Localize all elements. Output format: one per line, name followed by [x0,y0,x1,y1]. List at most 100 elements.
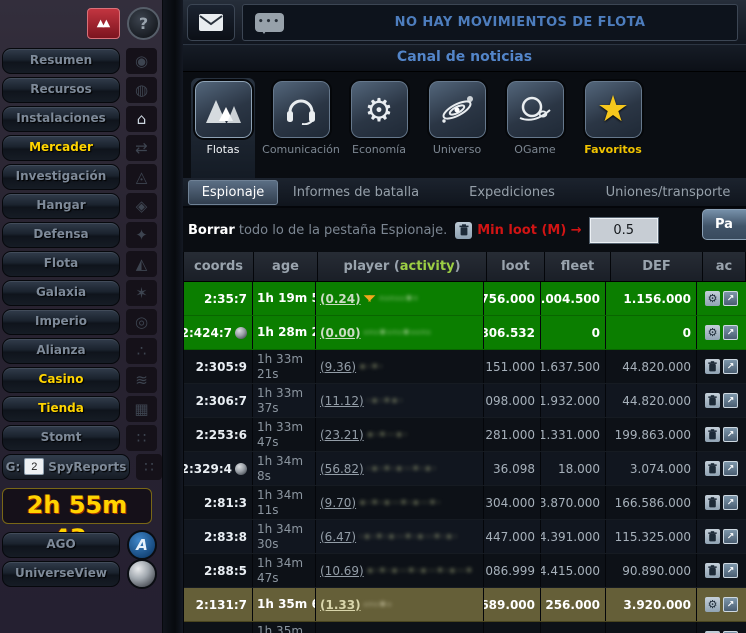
activity-link[interactable]: (10.69) [320,564,364,578]
sidebar-button[interactable]: Instalaciones [2,106,120,132]
fleet-status-text: NO HAY MOVIMIENTOS DE FLOTA [303,15,737,30]
overview-planet-icon[interactable]: ◉ [126,48,157,74]
stomt-icon[interactable]: ∷ [126,425,157,451]
alliance-icon[interactable]: ∴ [126,338,157,364]
open-report-button[interactable]: ↗ [723,563,738,578]
actions-cell: ↗ [697,350,746,383]
sidebar-button[interactable]: Galaxia [2,280,120,306]
shop-icon[interactable]: ▦ [126,396,157,422]
spyreports-icon[interactable]: ∷ [136,454,162,480]
activity-link[interactable]: (56.82) [320,462,364,476]
sidebar-button[interactable]: Stomt [2,425,120,451]
fleet-status-bar[interactable]: ••• NO HAY MOVIMIENTOS DE FLOTA [242,4,738,41]
ago-button[interactable]: AGO [2,532,120,558]
activity-link[interactable]: (9.36) [320,360,356,374]
activity-link[interactable]: (6.47) [320,530,356,544]
moon-icon[interactable] [235,463,247,475]
header-def[interactable]: DEF [611,252,703,281]
actions-cell: ↗ [697,418,746,451]
ago-antigame-icon[interactable]: A [127,530,157,560]
messages-button[interactable] [187,4,235,41]
sidebar-button[interactable]: Defensa [2,222,120,248]
fleet-attack-icon[interactable]: ▲▲ [87,8,120,39]
defense-icon[interactable]: ✦ [126,222,157,248]
sidebar-button[interactable]: Resumen [2,48,120,74]
def-cell: 115.325.000 [606,520,697,553]
tab-flotas[interactable]: Flotas [191,78,255,178]
empire-icon[interactable]: ◎ [126,309,157,335]
subtab-expediciones[interactable]: Expediciones [434,185,590,200]
header-fleet[interactable]: fleet [545,252,611,281]
player-cell: (9.70)∙·•·∙··•·∙··•· [316,486,484,519]
delete-report-button[interactable] [705,461,720,476]
header-coords[interactable]: coords [184,252,254,281]
min-loot-label: Min loot (M) → [477,223,581,238]
tab-universo[interactable]: Universo [425,78,489,156]
open-report-button[interactable]: ↗ [723,597,738,612]
spyreports-widget[interactable]: G: SpyReports [2,454,130,480]
fleet-cell: 14.391.000 [541,520,606,553]
delete-report-button[interactable] [705,495,720,510]
sidebar-button[interactable]: Hangar [2,193,120,219]
clear-all-trash-button[interactable] [455,222,472,239]
open-report-button[interactable]: ↗ [723,325,738,340]
delete-report-button[interactable] [705,393,720,408]
sidebar-button[interactable]: Flota [2,251,120,277]
page-button[interactable]: Pa [702,209,746,240]
fleet-icon[interactable]: ◭ [126,251,157,277]
open-report-button[interactable]: ↗ [723,529,738,544]
delete-report-button[interactable] [705,359,720,374]
gear-button[interactable]: ⚙ [705,597,720,612]
sidebar-button[interactable]: Recursos [2,77,120,103]
delete-report-button[interactable] [705,529,720,544]
sidebar-button[interactable]: Casino [2,367,120,393]
activity-link[interactable]: (0.24) [320,292,361,306]
research-icon[interactable]: ◬ [126,164,157,190]
sidebar-button[interactable]: Imperio [2,309,120,335]
open-report-button[interactable]: ↗ [723,393,738,408]
open-report-button[interactable]: ↗ [723,427,738,442]
moon-icon[interactable] [235,327,247,339]
tab-comunicacion[interactable]: Comunicación [269,78,333,156]
activity-link[interactable]: (11.12) [320,394,364,408]
resources-mine-icon[interactable]: ◍ [126,77,157,103]
age-cell: 1h 19m 5s [253,282,316,315]
tab-ogame[interactable]: OGame [503,78,567,156]
activity-link[interactable]: (1.33) [320,598,361,612]
merchant-trade-icon[interactable]: ⇄ [126,135,157,161]
subtab-espionaje[interactable]: Espionaje [188,180,278,205]
activity-link[interactable]: (23.21) [320,428,364,442]
gear-button[interactable]: ⚙ [705,291,720,306]
sidebar-button[interactable]: Alianza [2,338,120,364]
sidebar-button[interactable]: Mercader [2,135,120,161]
gear-button[interactable]: ⚙ [705,325,720,340]
table-header-row: coords age player (activity) loot fleet … [184,252,746,282]
header-age[interactable]: age [254,252,318,281]
universeview-moon-icon[interactable] [127,559,157,589]
open-report-button[interactable]: ↗ [723,495,738,510]
shipyard-icon[interactable]: ◈ [126,193,157,219]
casino-icon[interactable]: ≋ [126,367,157,393]
activity-link[interactable]: (9.70) [320,496,356,510]
header-loot[interactable]: loot [487,252,545,281]
sidebar-button[interactable]: Investigación [2,164,120,190]
chat-bubble-icon[interactable]: ••• [255,13,284,32]
galaxy-icon[interactable]: ✶ [126,280,157,306]
sidebar-button[interactable]: Tienda [2,396,120,422]
delete-report-button[interactable] [705,563,720,578]
open-report-button[interactable]: ↗ [723,461,738,476]
subtab-uniones-transporte[interactable]: Uniones/transporte [590,185,746,200]
universeview-button[interactable]: UniverseView [2,561,120,587]
delete-report-button[interactable] [705,427,720,442]
help-icon[interactable]: ? [127,7,160,40]
tab-economia[interactable]: ⚙ Economía [347,78,411,156]
open-report-button[interactable]: ↗ [723,359,738,374]
facilities-icon[interactable]: ⌂ [126,106,157,132]
spyreports-count-input[interactable] [24,458,44,475]
header-player[interactable]: player (activity) [318,252,487,281]
min-loot-input[interactable] [590,218,658,243]
tab-favoritos[interactable]: ★ Favoritos [581,78,645,156]
activity-link[interactable]: (0.00) [320,326,361,340]
open-report-button[interactable]: ↗ [723,291,738,306]
subtab-informes-de-batalla[interactable]: Informes de batalla [278,185,434,200]
